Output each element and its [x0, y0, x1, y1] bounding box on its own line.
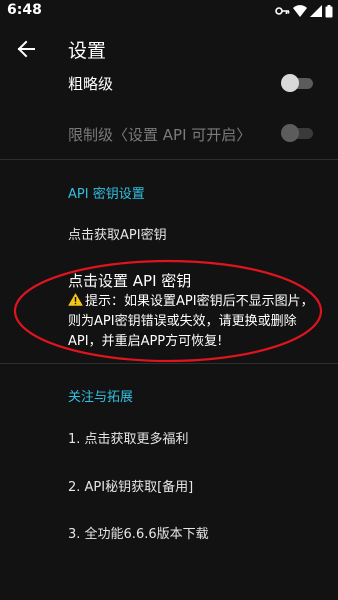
status-bar: 6:48: [0, 0, 338, 22]
set-api-key-summary: 提示：如果设置API密钥后不显示图片，则为API密钥错误或失效，请更换或删除AP…: [68, 292, 318, 352]
battery-icon: [325, 4, 333, 17]
pref-coarse-level-label[interactable]: 粗略级: [68, 73, 113, 94]
status-time: 6:48: [7, 2, 42, 18]
warning-icon: [68, 293, 83, 306]
back-button[interactable]: [10, 33, 42, 65]
arrow-left-icon: [17, 40, 35, 58]
divider: [0, 159, 338, 160]
page-title: 设置: [68, 40, 107, 62]
set-api-key-summary-text: 提示：如果设置API密钥后不显示图片，则为API密钥错误或失效，请更换或删除AP…: [68, 294, 314, 349]
vpn-key-icon: [275, 7, 290, 15]
status-icons: [275, 4, 333, 18]
switch-thumb: [281, 74, 299, 92]
section-header-follow: 关注与拓展: [68, 390, 134, 405]
wifi-icon: [293, 5, 307, 17]
pref-coarse-level-switch[interactable]: [281, 74, 313, 92]
follow-item-api-backup[interactable]: 2. API秘钥获取[备用]: [68, 476, 193, 495]
signal-icon: [310, 5, 322, 17]
follow-item-benefits[interactable]: 1. 点击获取更多福利: [68, 428, 189, 447]
pref-restricted-level-switch: [281, 124, 313, 142]
follow-item-full-version-download[interactable]: 3. 全功能6.6.6版本下载: [68, 523, 209, 542]
app-bar: 设置: [0, 22, 338, 78]
section-header-api-key: API 密钥设置: [68, 187, 145, 202]
switch-thumb: [281, 124, 299, 142]
set-api-key-title[interactable]: 点击设置 API 密钥: [68, 270, 191, 291]
divider: [0, 363, 338, 364]
pref-restricted-level-label: 限制级〈设置 API 可开启〉: [68, 126, 252, 144]
get-api-key-item[interactable]: 点击获取API密钥: [68, 224, 167, 243]
